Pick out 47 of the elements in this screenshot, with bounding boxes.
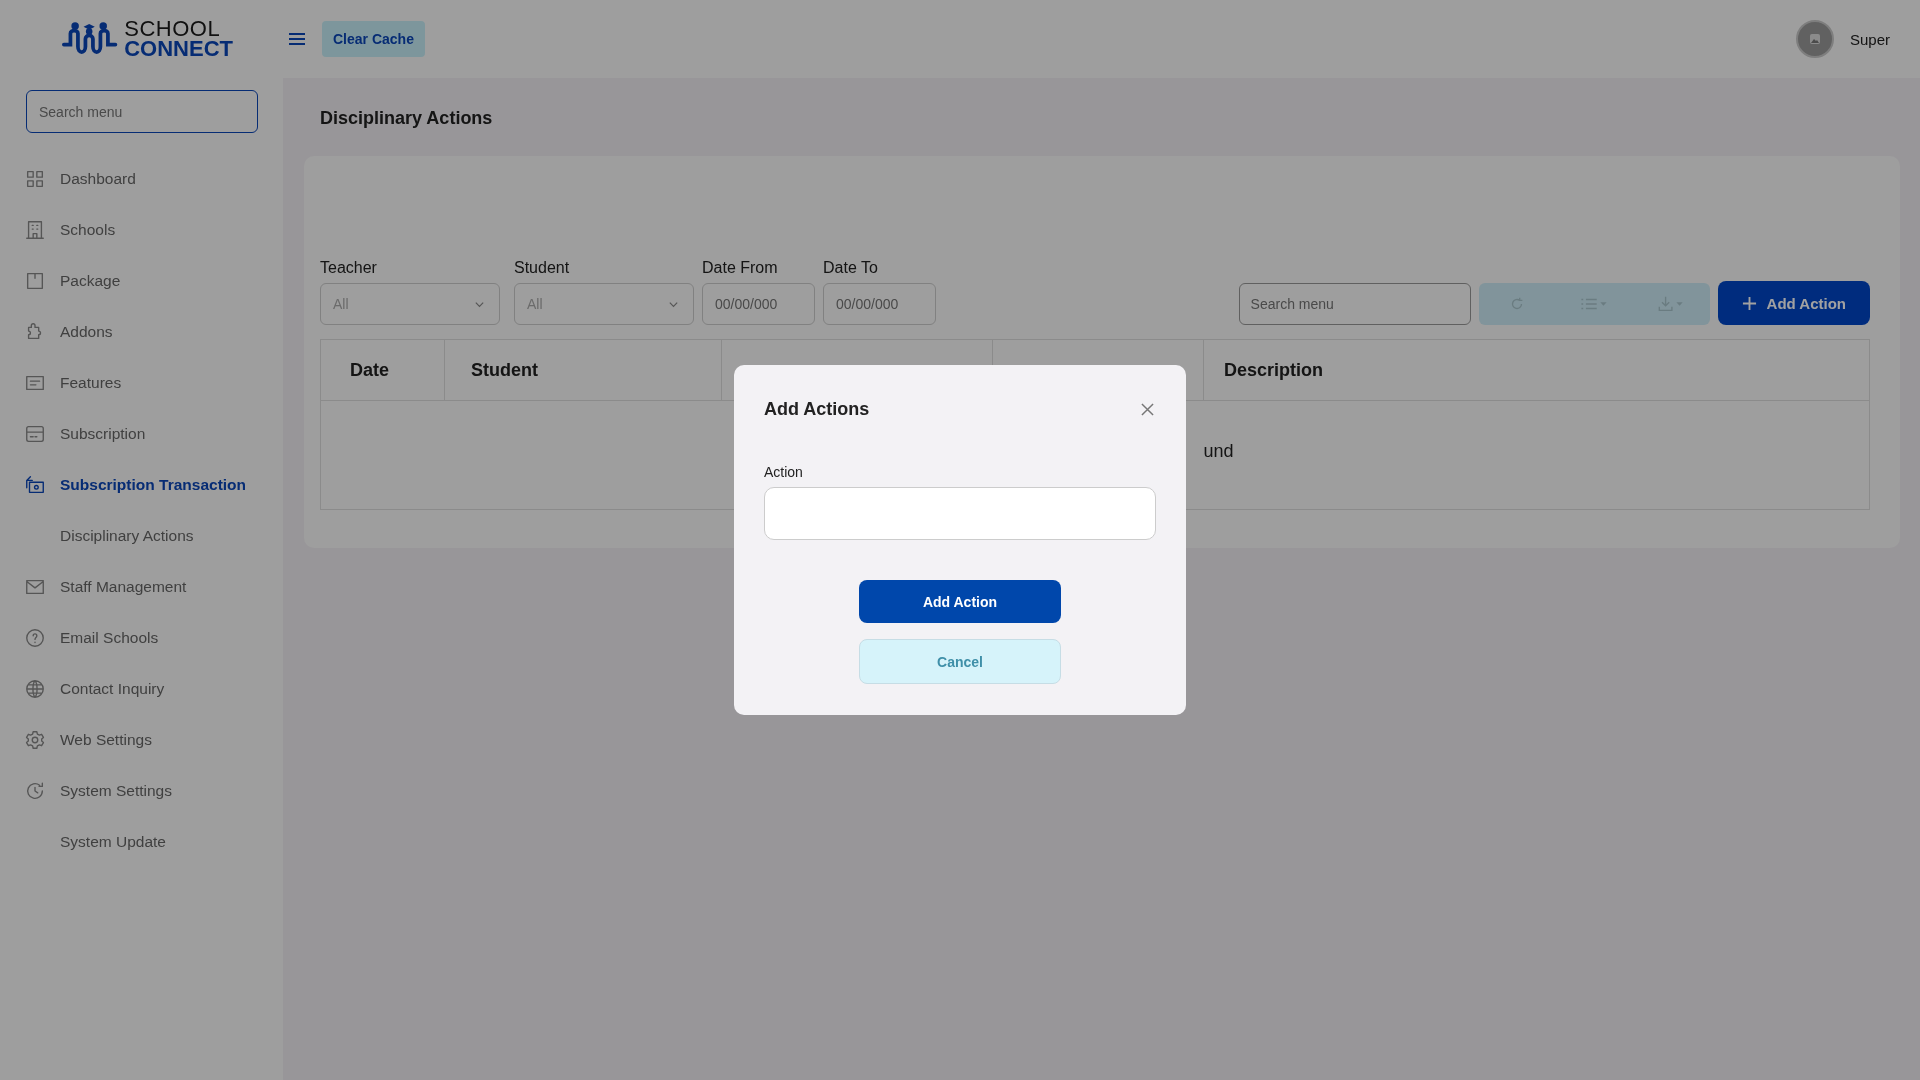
sidebar-item[interactable]: Subscription (24, 408, 283, 459)
refresh-icon[interactable] (1478, 283, 1556, 325)
add-action-button[interactable]: Add Action (859, 580, 1061, 623)
cancel-button[interactable]: Cancel (859, 639, 1061, 684)
user-name: Super (1849, 30, 1890, 48)
sidebar-item[interactable]: System Settings (24, 765, 283, 816)
sidebar-item[interactable]: Addons (24, 306, 283, 357)
sidebar-item[interactable]: Web Settings (24, 714, 283, 765)
plus-icon (1741, 295, 1757, 311)
add-action-button[interactable]: Add Action (1717, 281, 1870, 325)
logo-text: SCHOOL (124, 19, 222, 39)
help-icon (24, 626, 46, 649)
sidebar-item[interactable]: System Update (24, 816, 283, 867)
logo-text: CONNECT (124, 39, 233, 59)
filter-label: Student (514, 259, 571, 277)
column-header: Description (1203, 339, 1870, 401)
date-field[interactable]: 00/00/000 (702, 283, 815, 325)
sidebar-item[interactable]: Dashboard (24, 153, 283, 204)
sidebar-item[interactable]: Package (24, 255, 283, 306)
search-field[interactable]: Search menu (26, 90, 258, 133)
close-icon[interactable] (1139, 401, 1156, 418)
field-label: Action (764, 464, 804, 480)
page-title: Disciplinary Actions (320, 108, 494, 129)
clear-cache-button[interactable]: Clear Cache (322, 21, 425, 57)
filter-label: Date From (702, 259, 779, 277)
sidebar-item[interactable]: Subscription Transaction (24, 459, 283, 510)
action-input[interactable] (764, 487, 1156, 540)
date-field[interactable]: 00/00/000 (823, 283, 936, 325)
sidebar-item[interactable]: Schools (24, 204, 283, 255)
modal-title: Add Actions (764, 399, 870, 420)
column-header: Date (320, 339, 445, 401)
sidebar-item[interactable]: Features (24, 357, 283, 408)
building-icon (24, 218, 46, 241)
column-header: Student (444, 339, 722, 401)
search-field[interactable]: Search menu (1238, 283, 1471, 325)
filter-label: Teacher (320, 259, 378, 277)
sidebar-item[interactable]: Email Schools (24, 612, 283, 663)
download-icon[interactable] (1632, 283, 1710, 325)
sidebar-item[interactable]: Staff Management (24, 561, 283, 612)
sidebar-item[interactable]: Disciplinary Actions (24, 510, 283, 561)
filter-label: Date To (823, 259, 879, 277)
sidebar-item[interactable]: Contact Inquiry (24, 663, 283, 714)
empty-message: und (1203, 440, 1234, 461)
cash-icon (24, 473, 46, 496)
globe-icon (24, 677, 46, 700)
avatar[interactable] (1795, 20, 1834, 58)
settings-icon (24, 728, 46, 751)
